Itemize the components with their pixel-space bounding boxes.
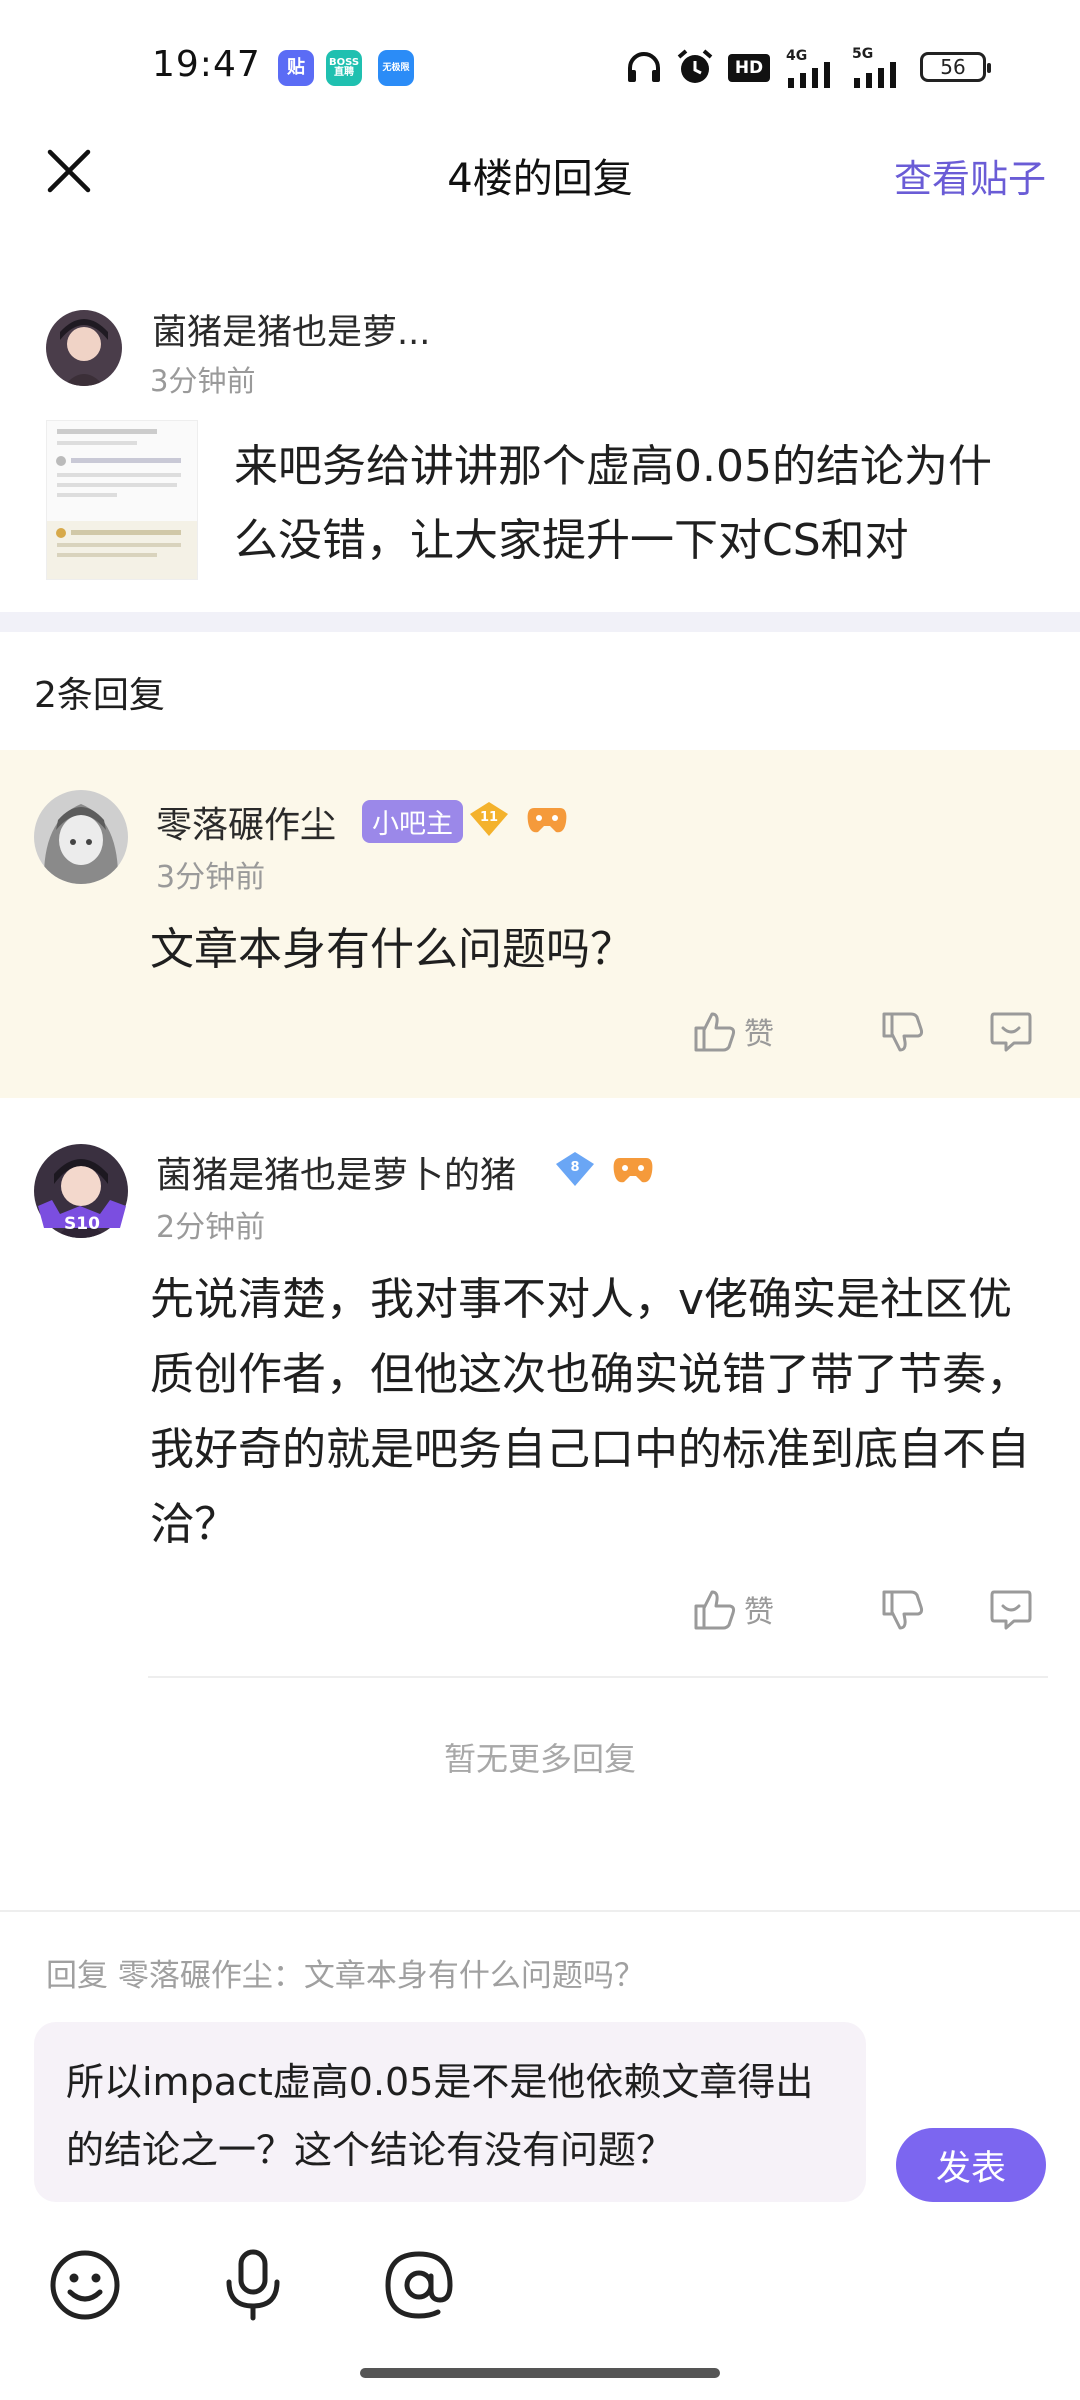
like-label: 赞 (744, 1017, 774, 1052)
season-badge-label: S10 (64, 1214, 100, 1234)
level-badge-number: 8 (570, 1160, 579, 1175)
thumbs-up-icon (694, 1590, 736, 1630)
signal-icon (854, 62, 896, 88)
reply-target-hint: 回复 零落碾作尘：文章本身有什么问题吗？ (46, 1958, 645, 1994)
like-label: 赞 (744, 1595, 774, 1630)
headphone-icon (628, 52, 660, 82)
app-icon: 无极限 (378, 50, 414, 86)
alarm-icon (677, 49, 713, 83)
level-badge-number: 11 (480, 810, 498, 825)
post-author-name[interactable]: 菌猪是猪也是萝... (152, 304, 430, 355)
reply-separator (148, 1676, 1048, 1678)
post-time: 3分钟前 (150, 364, 256, 398)
season-badge-icon: S10 (38, 1200, 126, 1234)
signal-icon (788, 62, 830, 88)
battery-icon: 56 (920, 52, 991, 82)
home-indicator[interactable] (360, 2368, 720, 2378)
gamepad-icon (613, 1158, 653, 1183)
reply-time: 3分钟前 (156, 860, 266, 895)
boss-app-icon: BOSS 直聘 (326, 50, 362, 86)
level-badge-icon: 11 (470, 802, 508, 836)
tieba-app-icon: 贴 (278, 50, 314, 86)
no-more-replies: 暂无更多回复 (443, 1740, 636, 1778)
status-time: 19:47 (152, 44, 261, 85)
avatar[interactable] (46, 310, 122, 386)
microphone-icon[interactable] (214, 2246, 292, 2324)
reply-input[interactable]: 所以impact虚高0.05是不是他依赖文章得出的结论之一？这个结论有没有问题？ (34, 2022, 866, 2202)
like-button[interactable]: 赞 (692, 1586, 774, 1632)
replies-count: 2条回复 (34, 675, 165, 716)
thumbs-up-icon (694, 1012, 736, 1052)
thumbs-down-icon[interactable] (880, 1588, 926, 1634)
reply-text[interactable]: 先说清楚，我对事不对人，v佬确实是社区优质创作者，但他这次也确实说错了带了节奏，… (150, 1262, 1050, 1562)
reply-author-name[interactable]: 零落碾作尘 (156, 796, 336, 848)
post-text[interactable]: 来吧务给讲讲那个虚高0.05的结论为什么没错，让大家提升一下对CS和对 (234, 430, 1034, 578)
comment-icon[interactable] (988, 1008, 1034, 1054)
composer-divider (0, 1910, 1080, 1912)
avatar[interactable] (34, 790, 128, 884)
like-button[interactable]: 赞 (692, 1008, 774, 1054)
reply-text[interactable]: 文章本身有什么问题吗？ (150, 912, 1030, 987)
view-post-link[interactable]: 查看贴子 (894, 148, 1046, 203)
reply-time: 2分钟前 (156, 1210, 266, 1245)
emoji-icon[interactable] (46, 2246, 124, 2324)
mention-icon[interactable] (380, 2246, 458, 2324)
gamepad-icon (527, 808, 567, 833)
network-type-label: 5G (852, 46, 874, 62)
reply-author-name[interactable]: 菌猪是猪也是萝卜的猪 (156, 1146, 516, 1198)
moderator-badge: 小吧主 (362, 800, 463, 843)
post-thumbnail[interactable] (46, 420, 198, 580)
thumbs-down-icon[interactable] (880, 1010, 926, 1056)
level-badge-icon: 8 (556, 1152, 594, 1186)
comment-icon[interactable] (988, 1586, 1034, 1632)
publish-button[interactable]: 发表 (896, 2128, 1046, 2202)
section-divider (0, 612, 1080, 632)
hd-icon: HD (728, 54, 770, 82)
status-bar: 19:47 贴 BOSS 直聘 无极限 HD 4G 5G 56 (0, 0, 1080, 120)
